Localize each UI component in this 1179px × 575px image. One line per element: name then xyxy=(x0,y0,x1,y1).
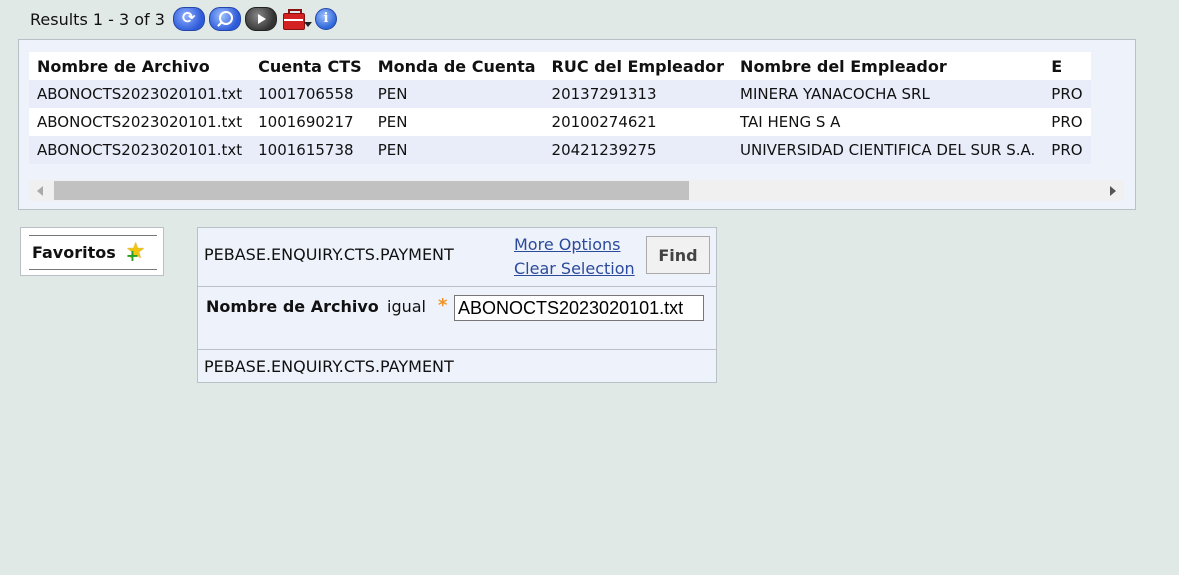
selection-header: PEBASE.ENQUIRY.CTS.PAYMENT More Options … xyxy=(198,228,716,287)
scroll-right-icon[interactable] xyxy=(1110,186,1116,196)
more-options-link[interactable]: More Options xyxy=(514,233,635,257)
favorites-header[interactable]: Favoritos ★ + xyxy=(29,235,157,270)
info-icon[interactable]: i xyxy=(314,8,337,30)
table-cell: MINERA YANACOCHA SRL xyxy=(732,80,1044,108)
results-toolbar: Results 1 - 3 of 3 i xyxy=(30,7,341,31)
column-header[interactable]: RUC del Empleador xyxy=(543,52,733,80)
table-cell: 1001690217 xyxy=(250,108,370,136)
search-icon[interactable] xyxy=(208,7,241,31)
field-label: Nombre de Archivo xyxy=(206,297,379,316)
enquiry-footer-title: PEBASE.ENQUIRY.CTS.PAYMENT xyxy=(204,357,454,376)
scroll-left-icon[interactable] xyxy=(37,186,43,196)
favorites-label: Favoritos xyxy=(32,243,116,262)
column-header[interactable]: Monda de Cuenta xyxy=(369,52,544,80)
file-name-input[interactable] xyxy=(454,295,704,321)
results-count: Results 1 - 3 of 3 xyxy=(30,9,165,29)
column-header[interactable]: E xyxy=(1043,52,1091,80)
table-cell: TAI HENG S A xyxy=(732,108,1044,136)
required-mark: * xyxy=(438,295,448,316)
scrollbar-thumb[interactable] xyxy=(54,181,689,200)
add-favorite-star-icon[interactable]: ★ + xyxy=(126,239,150,265)
table-row[interactable]: ABONOCTS2023020101.txt 1001615738 PEN 20… xyxy=(29,136,1091,164)
table-cell: PEN xyxy=(369,80,544,108)
operator-label: igual xyxy=(387,297,426,316)
table-cell: ABONOCTS2023020101.txt xyxy=(29,136,251,164)
table-cell: ABONOCTS2023020101.txt xyxy=(29,108,251,136)
column-header[interactable]: Cuenta CTS xyxy=(250,52,370,80)
find-button[interactable]: Find xyxy=(646,236,710,274)
favorites-panel: Favoritos ★ + xyxy=(20,227,164,276)
option-links: More Options Clear Selection xyxy=(514,233,635,281)
column-header[interactable]: Nombre de Archivo xyxy=(29,52,251,80)
table-cell: 1001706558 xyxy=(250,80,370,108)
table-cell: ABONOCTS2023020101.txt xyxy=(29,80,251,108)
table-cell: PEN xyxy=(369,136,544,164)
table-cell: PEN xyxy=(369,108,544,136)
table-row[interactable]: ABONOCTS2023020101.txt 1001706558 PEN 20… xyxy=(29,80,1091,108)
results-table-viewport: Nombre de Archivo Cuenta CTS Monda de Cu… xyxy=(29,52,1091,177)
table-header-row: Nombre de Archivo Cuenta CTS Monda de Cu… xyxy=(29,52,1091,80)
table-cell: PRO xyxy=(1043,80,1091,108)
table-cell: PRO xyxy=(1043,108,1091,136)
table-cell: 20421239275 xyxy=(543,136,733,164)
table-row[interactable]: ABONOCTS2023020101.txt 1001690217 PEN 20… xyxy=(29,108,1091,136)
table-cell: UNIVERSIDAD CIENTIFICA DEL SUR S.A. xyxy=(732,136,1044,164)
table-cell: 1001615738 xyxy=(250,136,370,164)
table-cell: PRO xyxy=(1043,136,1091,164)
toolbox-icon[interactable] xyxy=(281,8,312,30)
table-cell: 20137291313 xyxy=(543,80,733,108)
column-header[interactable]: Nombre del Empleador xyxy=(732,52,1044,80)
table-cell: 20100274621 xyxy=(543,108,733,136)
clear-selection-link[interactable]: Clear Selection xyxy=(514,257,635,281)
horizontal-scrollbar[interactable] xyxy=(29,180,1124,201)
results-panel: Nombre de Archivo Cuenta CTS Monda de Cu… xyxy=(18,39,1136,210)
results-table: Nombre de Archivo Cuenta CTS Monda de Cu… xyxy=(29,52,1091,164)
play-icon[interactable] xyxy=(244,7,277,31)
enquiry-title: PEBASE.ENQUIRY.CTS.PAYMENT xyxy=(204,245,454,264)
refresh-icon[interactable] xyxy=(172,7,205,31)
